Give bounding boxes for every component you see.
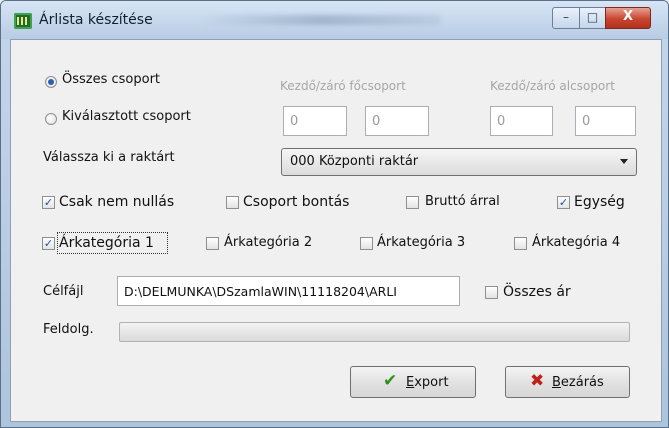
all-groups-radio[interactable] (45, 76, 57, 88)
all-prices-checkbox[interactable] (485, 286, 498, 299)
gross-price-label[interactable]: Bruttó árral (425, 194, 500, 209)
group-split-checkbox[interactable] (226, 196, 239, 209)
unit-label[interactable]: Egység (574, 194, 625, 210)
price-category-4-label[interactable]: Árkategória 4 (532, 235, 620, 250)
dialog-window: Árlista készítése – □ X Összes csoport K… (0, 0, 669, 428)
price-category-1-label[interactable]: Árkategória 1 (59, 235, 154, 251)
non-zero-label[interactable]: Csak nem nullás (59, 194, 174, 210)
title-bar-background-blur (201, 15, 441, 25)
close-window-button[interactable]: X (605, 7, 651, 29)
chevron-down-icon[interactable] (620, 159, 628, 164)
price-category-2-label[interactable]: Árkategória 2 (224, 235, 312, 250)
warehouse-selected-value: 000 Központi raktár (290, 154, 419, 169)
main-group-range-label: Kezdő/záró főcsoport (280, 79, 406, 93)
x-icon: ✖ (530, 371, 545, 391)
main-group-to-input[interactable]: 0 (365, 106, 429, 136)
target-file-label: Célfájl (43, 284, 84, 299)
price-category-2-checkbox[interactable] (206, 237, 219, 250)
dialog-client-area: Összes csoport Kiválasztott csoport Kezd… (10, 39, 662, 422)
sub-group-range-label: Kezdő/záró alcsoport (490, 79, 615, 93)
selected-group-label[interactable]: Kiválasztott csoport (62, 109, 191, 124)
target-file-input[interactable]: D:\DELMUNKA\DSzamlaWIN\11118204\ARLI (117, 276, 460, 306)
price-category-1-checkbox[interactable]: ✓ (42, 237, 55, 250)
close-button-label: Bezárás (552, 375, 604, 390)
price-category-3-checkbox[interactable] (360, 237, 373, 250)
export-button[interactable]: ✔ Export (350, 366, 476, 398)
check-icon: ✔ (383, 371, 398, 391)
processing-progress-bar (119, 322, 630, 342)
warehouse-select[interactable]: 000 Központi raktár (281, 148, 637, 176)
title-bar[interactable]: Árlista készítése – □ X (1, 1, 668, 39)
warehouse-label: Válassza ki a raktárt (43, 150, 175, 165)
gross-price-checkbox[interactable] (406, 196, 419, 209)
main-group-from-input[interactable]: 0 (283, 106, 347, 136)
price-category-3-label[interactable]: Árkategória 3 (377, 235, 465, 250)
window-title: Árlista készítése (39, 12, 153, 28)
minimize-button[interactable]: – (552, 7, 580, 29)
all-groups-label[interactable]: Összes csoport (62, 72, 160, 87)
group-split-label[interactable]: Csoport bontás (243, 194, 349, 210)
sub-group-to-input[interactable]: 0 (575, 106, 636, 136)
non-zero-checkbox[interactable]: ✓ (42, 196, 55, 209)
close-button[interactable]: ✖ Bezárás (505, 366, 630, 398)
processing-label: Feldolg. (43, 322, 94, 337)
app-icon[interactable] (14, 13, 32, 29)
sub-group-from-input[interactable]: 0 (490, 106, 553, 136)
price-category-4-checkbox[interactable] (514, 237, 527, 250)
all-prices-label[interactable]: Összes ár (503, 284, 571, 300)
export-button-label: Export (406, 375, 449, 390)
selected-group-radio[interactable] (45, 113, 57, 125)
maximize-button[interactable]: □ (579, 7, 606, 29)
unit-checkbox[interactable]: ✓ (557, 196, 570, 209)
